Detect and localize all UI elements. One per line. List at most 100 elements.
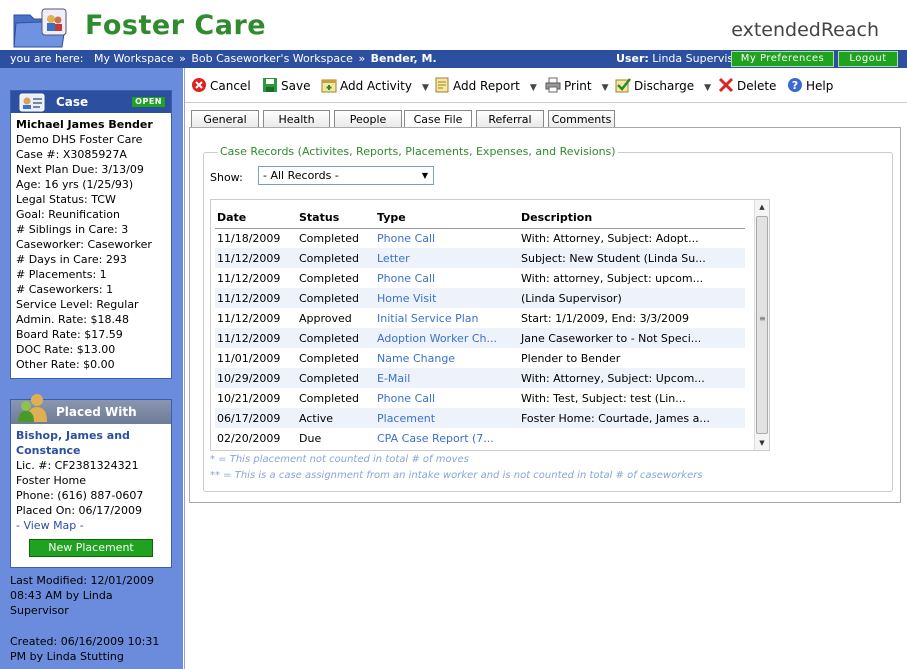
- placement-detail-line: Lic. #: CF2381324321: [16, 459, 139, 472]
- table-row[interactable]: 11/12/2009 Completed Letter Subject: New St…: [215, 248, 745, 268]
- cell-description: Plender to Bender: [521, 351, 621, 365]
- cell-date: 06/17/2009: [215, 408, 297, 428]
- table-row[interactable]: 10/21/2009 Completed Phone Call With: Test,…: [215, 388, 745, 408]
- view-map-link[interactable]: - View Map -: [16, 518, 166, 533]
- case-detail-line: # Placements: 1: [16, 268, 107, 281]
- table-row[interactable]: 11/01/2009 Completed Name Change Plender to…: [215, 348, 745, 368]
- delete-button[interactable]: Delete: [718, 77, 776, 95]
- case-detail-line: Case #: X3085927A: [16, 148, 127, 161]
- cell-type-link[interactable]: Name Change: [375, 348, 519, 368]
- case-detail-line: # Caseworkers: 1: [16, 283, 114, 296]
- cell-type-link[interactable]: Phone Call: [375, 228, 519, 248]
- app-header: Foster Care extendedReach: [0, 0, 907, 50]
- column-header-status[interactable]: Status: [297, 208, 375, 229]
- scroll-up-icon[interactable]: ▲: [755, 200, 769, 214]
- case-panel-title: Case: [56, 95, 89, 109]
- logout-button[interactable]: Logout: [838, 51, 898, 67]
- add-activity-label: Add Activity: [340, 79, 412, 93]
- column-header-type[interactable]: Type: [375, 208, 519, 229]
- save-button[interactable]: Save: [262, 77, 310, 95]
- my-preferences-button[interactable]: My Preferences: [731, 51, 834, 67]
- case-detail-line: Goal: Reunification: [16, 208, 120, 221]
- brand-logo: extendedReach: [731, 19, 879, 41]
- chevron-down-icon[interactable]: ▼: [422, 83, 429, 93]
- last-modified-line: Supervisor: [10, 604, 69, 617]
- print-label: Print: [564, 79, 592, 93]
- case-card-icon: [19, 93, 45, 112]
- tab-comments[interactable]: Comments: [548, 110, 615, 128]
- brand-light: extended: [731, 19, 821, 41]
- status-badge: OPEN: [132, 97, 165, 107]
- help-icon: ?: [788, 78, 802, 92]
- cell-description: With: attorney, Subject: upcom...: [521, 271, 704, 285]
- cell-date: 02/20/2009: [217, 431, 281, 445]
- cell-date: 10/21/2009: [217, 391, 281, 405]
- tab-general[interactable]: General: [191, 110, 259, 128]
- created-info: Created: 06/16/2009 10:31 PM by Linda St…: [10, 634, 175, 664]
- cell-description: [519, 428, 745, 448]
- cell-type-link[interactable]: CPA Case Report (7...: [375, 428, 519, 448]
- chevron-down-icon[interactable]: ▼: [704, 83, 711, 93]
- help-button[interactable]: ? Help: [787, 77, 833, 95]
- folder-family-icon: [13, 8, 67, 48]
- scrollbar-thumb[interactable]: ≡: [756, 216, 768, 434]
- cell-type-link[interactable]: Phone Call: [375, 268, 519, 288]
- table-row[interactable]: 02/20/2009 Due CPA Case Report (7...: [215, 428, 745, 448]
- placement-detail-line: Placed On: 06/17/2009: [16, 504, 142, 517]
- created-line: PM by Linda Stutting: [10, 650, 124, 663]
- case-panel-header: Case OPEN: [11, 91, 171, 113]
- case-detail-line: Other Rate: $0.00: [16, 358, 115, 371]
- case-detail-line: Caseworker: Caseworker: [16, 238, 152, 251]
- tab-health[interactable]: Health: [263, 110, 330, 128]
- scroll-down-icon[interactable]: ▼: [755, 436, 769, 450]
- save-label: Save: [281, 79, 311, 93]
- table-row[interactable]: 11/12/2009 Completed Adoption Worker Ch...…: [215, 328, 745, 348]
- cell-type-link[interactable]: Phone Call: [375, 388, 519, 408]
- records-scrollbar[interactable]: ▲ ≡ ▼: [754, 200, 769, 450]
- case-details: Michael James Bender Demo DHS Foster Car…: [11, 113, 171, 376]
- cell-description: (Linda Supervisor): [519, 288, 745, 308]
- add-activity-button[interactable]: Add Activity ▼: [321, 77, 429, 95]
- cell-type-link[interactable]: Initial Service Plan: [375, 308, 519, 328]
- print-button[interactable]: Print ▼: [545, 77, 609, 95]
- tab-people[interactable]: People: [334, 110, 402, 128]
- table-row[interactable]: 11/18/2009 Completed Phone Call With: Attor…: [215, 228, 745, 248]
- cell-type-link[interactable]: Adoption Worker Ch...: [375, 328, 519, 348]
- table-row[interactable]: 06/17/2009 Active Placement Foster Home: Co…: [215, 408, 745, 428]
- discharge-button[interactable]: Discharge ▼: [615, 77, 711, 95]
- discharge-label: Discharge: [634, 79, 695, 93]
- cell-status: Active: [297, 408, 375, 428]
- nav-bar: you are here: My Workspace » Bob Casewor…: [0, 50, 907, 68]
- cancel-button[interactable]: Cancel: [191, 77, 251, 95]
- table-row[interactable]: 11/12/2009 Completed Phone Call With: attor…: [215, 268, 745, 288]
- cell-date: 11/12/2009: [215, 288, 297, 308]
- cell-type-link[interactable]: Home Visit: [375, 288, 519, 308]
- breadcrumb-workspace[interactable]: My Workspace: [94, 52, 174, 65]
- report-add-icon: [435, 77, 449, 93]
- table-row[interactable]: 11/12/2009 Completed Home Visit (Linda Supe…: [215, 288, 745, 308]
- table-row[interactable]: 10/29/2009 Completed E-Mail With: Attorney,…: [215, 368, 745, 388]
- column-header-date[interactable]: Date: [215, 208, 297, 229]
- case-detail-line: # Siblings in Care: 3: [16, 223, 129, 236]
- new-placement-button[interactable]: New Placement: [29, 539, 153, 557]
- cell-status: Approved: [299, 311, 352, 325]
- chevron-down-icon[interactable]: ▼: [602, 83, 609, 93]
- records-filter-select[interactable]: - All Records - ▼: [258, 166, 434, 185]
- breadcrumb-current: Bender, M.: [370, 52, 437, 65]
- cell-description: Jane Caseworker to - Not Speci...: [519, 328, 745, 348]
- cell-status: Completed: [299, 391, 359, 405]
- case-detail-line: Legal Status: TCW: [16, 193, 116, 206]
- case-detail-line: Age: 16 yrs (1/25/93): [16, 178, 134, 191]
- cell-type-link[interactable]: Placement: [375, 408, 519, 428]
- column-header-description[interactable]: Description: [519, 208, 745, 229]
- cell-type-link[interactable]: Letter: [375, 248, 519, 268]
- tab-bar: General Health People Case File Referral…: [191, 110, 901, 129]
- cell-status: Completed: [297, 288, 375, 308]
- table-row[interactable]: 11/12/2009 Approved Initial Service Plan St…: [215, 308, 745, 328]
- foster-family-link[interactable]: Bishop, James and Constance: [16, 428, 166, 458]
- chevron-down-icon[interactable]: ▼: [530, 83, 537, 93]
- cell-type-link[interactable]: E-Mail: [375, 368, 519, 388]
- add-report-button[interactable]: Add Report ▼: [434, 77, 537, 95]
- breadcrumb-caseworker-workspace[interactable]: Bob Caseworker's Workspace: [191, 52, 353, 65]
- tab-referral[interactable]: Referral: [476, 110, 544, 128]
